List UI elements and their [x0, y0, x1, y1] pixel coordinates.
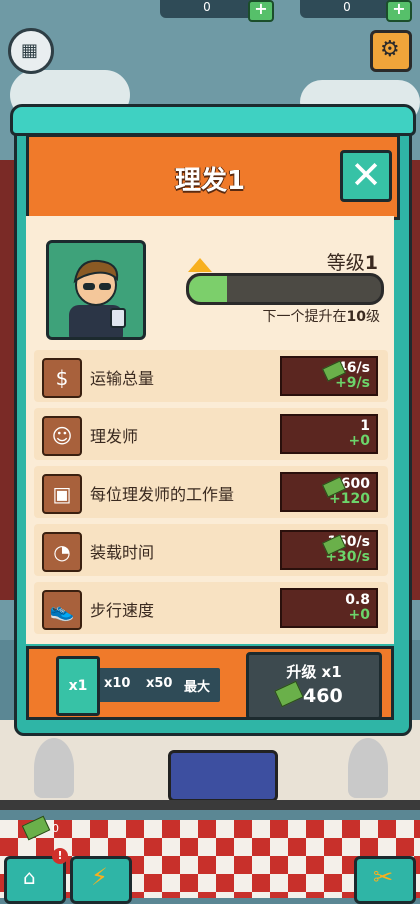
- barber-portrait-icon: [69, 259, 126, 337]
- add-cash-button[interactable]: +: [248, 0, 274, 22]
- stat-row-barbers: ☺ 理发师 1 +0: [34, 408, 388, 460]
- panel-fringe: [10, 104, 416, 136]
- menu-button[interactable]: ▦: [8, 28, 54, 74]
- multiplier-max-button[interactable]: 最大: [184, 676, 210, 695]
- lightning-icon: ⚡: [91, 863, 108, 891]
- next-level-label: 下一个提升在10级: [180, 306, 380, 326]
- multiplier-x1-button[interactable]: x1: [56, 656, 100, 716]
- shop-icon: ⌂: [23, 865, 36, 889]
- close-button[interactable]: ✕: [340, 150, 392, 202]
- alert-badge: !: [52, 848, 68, 864]
- stat-value-box: 0.8 +0: [280, 588, 378, 628]
- stat-row-walk-speed: 👟 步行速度 0.8 +0: [34, 582, 388, 634]
- multiplier-x10-button[interactable]: x10: [104, 676, 130, 691]
- cash-icon: [274, 680, 304, 708]
- stat-value-box: 46/s +9/s: [280, 356, 378, 396]
- cash-deposit-icon: $: [42, 358, 82, 398]
- stat-value-box: 600 +120: [280, 472, 378, 512]
- customer-silhouette: [34, 738, 74, 798]
- settings-button[interactable]: ⚙: [370, 30, 412, 72]
- barber-shop-button[interactable]: ✂: [354, 856, 416, 904]
- workload-icon: ▣: [42, 474, 82, 514]
- next-level-suffix: 级: [366, 309, 380, 325]
- level-progress-fill: [189, 276, 228, 302]
- stat-value: 1: [360, 418, 370, 434]
- stat-value-box: 1 +0: [280, 414, 378, 454]
- level-value: 1: [364, 252, 378, 274]
- cash-count: 0: [203, 0, 211, 14]
- stat-label: 运输总量: [90, 369, 155, 388]
- gear-icon: ⚙: [380, 37, 400, 62]
- panel-title: 理发1: [174, 166, 246, 196]
- multiplier-x50-button[interactable]: x50: [146, 676, 172, 691]
- shoe-icon: 👟: [42, 590, 82, 630]
- stat-label: 每位理发师的工作量: [90, 485, 235, 504]
- floor-divider: [0, 800, 420, 810]
- stat-value-box: 150/s +30/s: [280, 530, 378, 570]
- barber-silhouette: [348, 738, 388, 798]
- stat-increment: +0: [348, 607, 370, 623]
- upgrade-cost: 460: [303, 685, 343, 707]
- stat-label: 装载时间: [90, 543, 155, 562]
- level-prefix: 等级: [326, 252, 365, 274]
- stat-label: 理发师: [90, 427, 139, 446]
- cash-counter: 0: [160, 0, 254, 18]
- upgrade-label: 升级 x1: [286, 663, 342, 681]
- add-gem-button[interactable]: +: [386, 0, 412, 22]
- next-level-value: 10: [346, 309, 366, 325]
- barber-icon: ☺: [42, 416, 82, 456]
- upgrade-button[interactable]: 升级 x1 460: [246, 652, 382, 720]
- stat-row-workload: ▣ 每位理发师的工作量 600 +120: [34, 466, 388, 518]
- floor-cash-count: 0: [52, 822, 59, 835]
- barber-avatar: [46, 240, 146, 340]
- waiting-sofa: [168, 750, 278, 802]
- stat-value: 0.8: [345, 592, 370, 608]
- next-level-text: 下一个提升在: [262, 309, 347, 325]
- level-progress-bar: [186, 273, 384, 305]
- grid-icon: ▦: [21, 40, 39, 61]
- stat-label: 步行速度: [90, 601, 155, 620]
- level-label: 等级1: [200, 248, 378, 275]
- level-up-arrow-icon: [188, 258, 212, 272]
- gem-count: 0: [343, 0, 351, 14]
- scissors-icon: ✂: [373, 863, 394, 891]
- close-icon: ✕: [350, 153, 382, 197]
- boost-button[interactable]: ⚡: [70, 856, 132, 904]
- stat-row-loading-time: ◔ 装载时间 150/s +30/s: [34, 524, 388, 576]
- loading-time-icon: ◔: [42, 532, 82, 572]
- stat-increment: +0: [348, 433, 370, 449]
- gem-counter: 0: [300, 0, 394, 18]
- stat-row-transport: $ 运输总量 46/s +9/s: [34, 350, 388, 402]
